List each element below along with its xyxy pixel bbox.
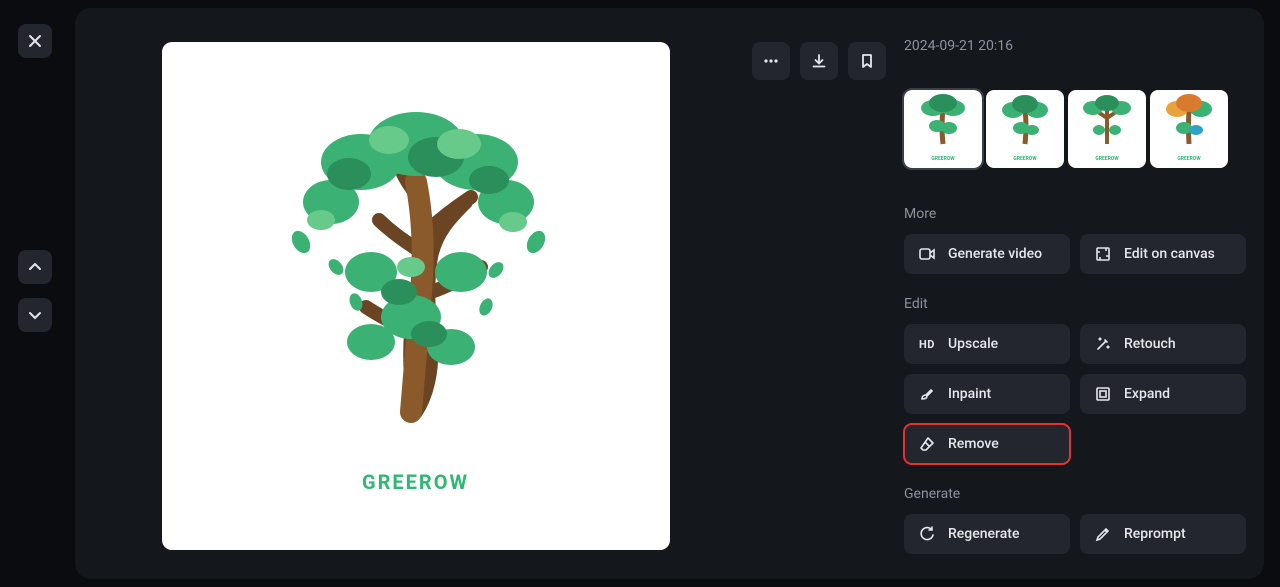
bookmark-button[interactable] (848, 42, 886, 80)
button-label: Expand (1124, 386, 1170, 402)
next-button[interactable] (18, 298, 52, 332)
wand-icon (1094, 335, 1112, 353)
main-container: GREEROW 2024-09-21 20:16 GREEROW GREEROW (75, 8, 1264, 579)
main-image[interactable]: GREEROW (162, 42, 670, 550)
expand-icon (1094, 385, 1112, 403)
button-label: Reprompt (1124, 526, 1186, 542)
retouch-button[interactable]: Retouch (1080, 324, 1246, 364)
right-panel: 2024-09-21 20:16 GREEROW GREEROW GREEROW… (886, 26, 1246, 561)
button-label: Generate video (948, 246, 1042, 262)
tree-illustration (261, 92, 571, 432)
video-icon (918, 245, 936, 263)
upscale-button[interactable]: HD Upscale (904, 324, 1070, 364)
regenerate-button[interactable]: Regenerate (904, 514, 1070, 554)
timestamp: 2024-09-21 20:16 (904, 38, 1246, 54)
thumb-caption: GREEROW (1068, 156, 1146, 162)
edit-on-canvas-button[interactable]: Edit on canvas (1080, 234, 1246, 274)
download-button[interactable] (800, 42, 838, 80)
button-label: Retouch (1124, 336, 1176, 352)
download-icon (810, 52, 828, 70)
thumbnail-strip: GREEROW GREEROW GREEROW GREEROW (904, 90, 1246, 168)
thumbnail[interactable]: GREEROW (1150, 90, 1228, 168)
close-icon (27, 33, 43, 49)
reprompt-button[interactable]: Reprompt (1080, 514, 1246, 554)
thumb-caption: GREEROW (904, 156, 982, 162)
prev-button[interactable] (18, 250, 52, 284)
thumb-caption: GREEROW (1150, 156, 1228, 162)
hd-icon: HD (918, 335, 936, 353)
eraser-icon (918, 435, 936, 453)
button-label: Upscale (948, 336, 998, 352)
refresh-icon (918, 525, 936, 543)
button-label: Remove (948, 436, 999, 452)
button-label: Inpaint (948, 386, 991, 402)
remove-button[interactable]: Remove (904, 424, 1070, 464)
section-edit-label: Edit (904, 296, 1246, 312)
pencil-icon (1094, 525, 1112, 543)
chevron-down-icon (27, 307, 43, 323)
expand-button[interactable]: Expand (1080, 374, 1246, 414)
image-area: GREEROW (93, 26, 738, 561)
thumbnail[interactable]: GREEROW (904, 90, 982, 168)
ellipsis-icon (762, 52, 780, 70)
section-generate-label: Generate (904, 486, 1246, 502)
image-toolbar (752, 26, 886, 561)
image-caption: GREEROW (162, 470, 670, 494)
section-more-label: More (904, 206, 1246, 222)
bookmark-icon (858, 52, 876, 70)
more-options-button[interactable] (752, 42, 790, 80)
canvas-icon (1094, 245, 1112, 263)
inpaint-button[interactable]: Inpaint (904, 374, 1070, 414)
thumbnail[interactable]: GREEROW (1068, 90, 1146, 168)
brush-icon (918, 385, 936, 403)
generate-video-button[interactable]: Generate video (904, 234, 1070, 274)
thumbnail[interactable]: GREEROW (986, 90, 1064, 168)
close-button[interactable] (18, 24, 52, 58)
thumb-caption: GREEROW (986, 156, 1064, 162)
button-label: Edit on canvas (1124, 246, 1215, 262)
button-label: Regenerate (948, 526, 1019, 542)
chevron-up-icon (27, 259, 43, 275)
